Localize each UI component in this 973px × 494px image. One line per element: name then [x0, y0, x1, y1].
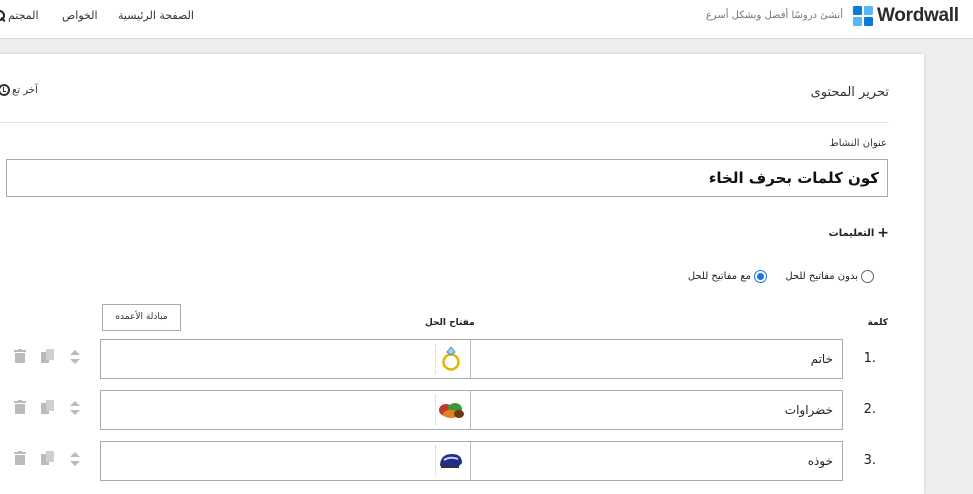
divider	[0, 122, 889, 123]
trash-icon[interactable]	[14, 400, 26, 414]
row-number: 3.	[863, 453, 876, 468]
trash-icon[interactable]	[14, 349, 26, 363]
radio-without-keys-label: بدون مفاتيح للحل	[785, 271, 858, 282]
reorder-icon[interactable]	[70, 349, 80, 365]
word-input[interactable]: خاتم	[470, 340, 842, 378]
instructions-label: التعليمات	[828, 227, 875, 239]
radio-button[interactable]	[861, 270, 874, 283]
duplicate-icon[interactable]	[41, 400, 54, 414]
top-navigation-bar: Wordwall أنشئ دروسًا أفضل وبشكل أسرع الص…	[0, 0, 973, 39]
radio-button-selected[interactable]	[754, 270, 767, 283]
list-item: 3. خوذه	[0, 441, 924, 481]
last-edited-label: آخر تع	[12, 84, 38, 96]
activity-title-label: عنوان النشاط	[829, 138, 887, 149]
history-icon	[0, 84, 10, 96]
radio-with-keys-label: مع مفاتيح للحل	[687, 271, 751, 282]
row-number: 2.	[863, 402, 876, 417]
row-input-box: خاتم	[100, 339, 843, 379]
reorder-icon[interactable]	[70, 400, 80, 416]
trash-icon[interactable]	[14, 451, 26, 465]
wordwall-logo[interactable]: Wordwall	[853, 5, 959, 27]
nav-community-link[interactable]: المجتم	[0, 9, 39, 22]
editor-panel: تحرير المحتوى آخر تع عنوان النشاط كون كل…	[0, 54, 924, 494]
swap-columns-button[interactable]: مبادلة الأعمده	[102, 304, 181, 331]
vegetables-image[interactable]	[435, 395, 466, 425]
activity-title-input[interactable]: كون كلمات بحرف الخاء	[6, 159, 888, 197]
tagline: أنشئ دروسًا أفضل وبشكل أسرع	[705, 10, 843, 21]
column-header-answer-key: مفتاح الحل	[425, 318, 475, 328]
list-item: 2. خضراوات	[0, 390, 924, 430]
nav-home-link[interactable]: الصفحة الرئيسية	[118, 9, 194, 22]
row-input-box: خوذه	[100, 441, 843, 481]
row-input-box: خضراوات	[100, 390, 843, 430]
page-title: تحرير المحتوى	[810, 85, 889, 100]
search-icon	[0, 10, 5, 21]
word-input[interactable]: خوذه	[470, 442, 842, 480]
reorder-icon[interactable]	[70, 451, 80, 467]
word-input[interactable]: خضراوات	[470, 391, 842, 429]
duplicate-icon[interactable]	[41, 349, 54, 363]
radio-with-keys[interactable]: مع مفاتيح للحل	[688, 270, 767, 283]
logo-icon	[853, 6, 873, 26]
last-edited-link[interactable]: آخر تع	[0, 84, 38, 96]
column-header-word: كلمة	[867, 318, 888, 328]
ring-image[interactable]	[435, 344, 466, 374]
helmet-image[interactable]	[435, 446, 466, 476]
radio-without-keys[interactable]: بدون مفاتيح للحل	[785, 270, 874, 283]
plus-icon: +	[877, 225, 889, 241]
logo-text: Wordwall	[877, 5, 959, 26]
row-number: 1.	[863, 351, 876, 366]
duplicate-icon[interactable]	[41, 451, 54, 465]
nav-community-label: المجتم	[8, 9, 39, 22]
nav-features-link[interactable]: الخواص	[62, 9, 98, 22]
list-item: 1. خاتم	[0, 339, 924, 379]
instructions-toggle[interactable]: + التعليمات	[829, 225, 889, 241]
